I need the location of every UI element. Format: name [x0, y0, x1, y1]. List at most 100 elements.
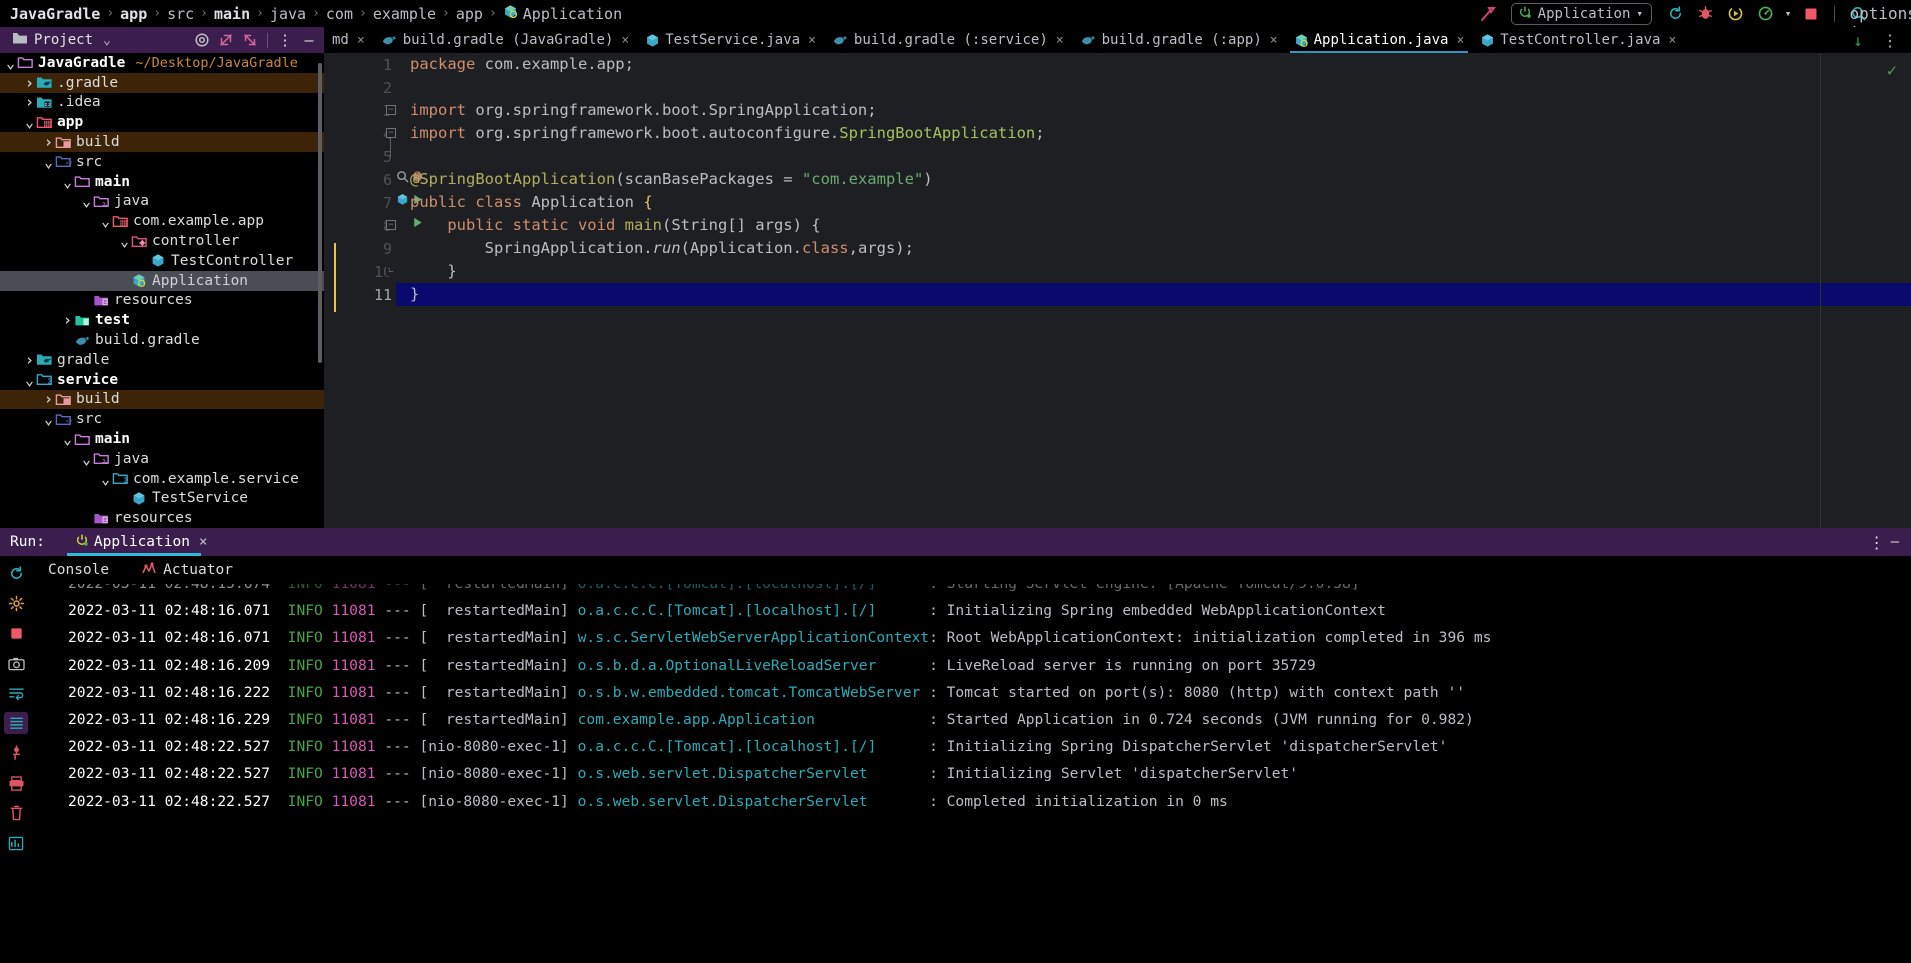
code-line-7[interactable]: public class Application { [396, 191, 1911, 214]
code-line-11[interactable]: } [396, 283, 1911, 306]
code-line-1[interactable]: package com.example.app; [396, 53, 1911, 76]
editor-tab-testservice-java[interactable]: TestService.java× [637, 27, 824, 53]
tree-item-build-gradle[interactable]: build.gradle [0, 330, 324, 350]
editor-tab-application-java[interactable]: Application.java× [1286, 27, 1473, 53]
chevron-down-icon[interactable]: ⌄ [99, 476, 112, 482]
locate-icon[interactable] [191, 30, 213, 50]
project-tree-scrollbar[interactable] [318, 63, 322, 363]
tree-item-controller[interactable]: ⌄controller [0, 231, 324, 251]
options-icon[interactable]: ⋮ [274, 30, 296, 50]
chevron-down-icon[interactable]: ⌄ [118, 238, 131, 244]
breadcrumb-item-application[interactable]: Application [523, 5, 622, 23]
chevron-right-icon[interactable]: › [42, 390, 55, 408]
expand-all-icon[interactable] [215, 30, 237, 50]
editor-tab-options-icon[interactable]: ⋮ [1875, 29, 1905, 51]
rerun-icon[interactable] [4, 562, 28, 584]
editor-tab-testcontroller-java[interactable]: TestController.java× [1472, 27, 1684, 53]
chevron-down-icon[interactable]: ⌄ [99, 218, 112, 224]
collapse-all-icon[interactable] [239, 30, 261, 50]
chevron-down-icon[interactable]: ⌄ [23, 377, 36, 383]
settings-icon[interactable] [4, 592, 28, 614]
tree-item-build[interactable]: ›build [0, 132, 324, 152]
tree-item-main[interactable]: ⌄main [0, 172, 324, 192]
chevron-down-icon[interactable]: ⌄ [4, 60, 17, 66]
wrap-text-icon[interactable] [4, 682, 28, 704]
scroll-to-end-icon[interactable] [4, 712, 28, 734]
tree-item-src[interactable]: ⌄</>src [0, 409, 324, 429]
project-tree[interactable]: ⌄JavaGradle~/Desktop/JavaGradle›.gradle›… [0, 53, 324, 528]
fold-method-end-icon[interactable]: ∟ [386, 266, 396, 276]
code-line-10[interactable]: } [396, 260, 1911, 283]
chevron-down-icon[interactable]: ⌄ [80, 198, 93, 204]
chevron-down-icon[interactable]: ⌄ [42, 416, 55, 422]
close-icon[interactable]: × [1456, 33, 1464, 48]
editor-tab-build-gradle-javagradle-[interactable]: build.gradle (JavaGradle)× [373, 27, 638, 53]
stop-icon[interactable] [4, 622, 28, 644]
tree-item-testcontroller[interactable]: TestController [0, 251, 324, 271]
trash-icon[interactable] [4, 802, 28, 824]
close-icon[interactable]: × [1056, 33, 1064, 48]
more-options-icon[interactable]: more-options-icon [1873, 3, 1903, 25]
tree-item-src[interactable]: ⌄</>src [0, 152, 324, 172]
camera-icon[interactable] [4, 652, 28, 674]
code-line-3[interactable]: import org.springframework.boot.SpringAp… [396, 99, 1911, 122]
chevron-right-icon[interactable]: › [23, 351, 36, 369]
close-icon[interactable]: × [199, 534, 207, 550]
code-content[interactable]: package com.example.app; import org.spri… [396, 53, 1911, 528]
code-line-6[interactable]: @SpringBootApplication(scanBasePackages … [396, 168, 1911, 191]
run-tab-application[interactable]: Application × [67, 528, 215, 556]
run-configuration-selector[interactable]: Application ▾ [1511, 3, 1652, 25]
chevron-right-icon[interactable]: › [42, 133, 55, 151]
fold-method-icon[interactable]: − [386, 220, 396, 230]
fold-collapse-icon[interactable]: − [386, 105, 396, 115]
tab-actuator[interactable]: Actuator [125, 556, 249, 584]
tree-item-gradle[interactable]: ›gradle [0, 350, 324, 370]
profiler-icon[interactable] [1750, 3, 1780, 25]
run-coverage-icon[interactable] [1720, 3, 1750, 25]
chart-icon[interactable] [4, 832, 28, 854]
chevron-right-icon[interactable]: › [23, 74, 36, 92]
breadcrumb-item-javagradle[interactable]: JavaGradle [10, 5, 100, 23]
tree-item-resources[interactable]: resources [0, 508, 324, 528]
profiler-dropdown-caret-icon[interactable]: ▾ [1780, 3, 1796, 25]
tree-item-app[interactable]: ⌄app [0, 112, 324, 132]
editor-tab-build-gradle-service-[interactable]: build.gradle (:service)× [824, 27, 1072, 53]
tree-item-main[interactable]: ⌄main [0, 429, 324, 449]
run-minimize-icon[interactable]: — [1891, 534, 1899, 550]
editor-tab-build-gradle-app-[interactable]: build.gradle (:app)× [1072, 27, 1286, 53]
rerun-icon[interactable] [1660, 3, 1690, 25]
chevron-down-icon[interactable]: ⌄ [103, 33, 111, 48]
breadcrumb[interactable]: JavaGradle›app›src›main›java›com›example… [10, 4, 622, 23]
chevron-down-icon[interactable]: ⌄ [42, 159, 55, 165]
code-editor[interactable]: 1234567891011 − − − ∟ package com.exampl… [324, 53, 1911, 528]
console-output[interactable]: 2022-03-11 02:48:15.674 INFO 11081 --- [… [32, 584, 1911, 963]
breadcrumb-item-app[interactable]: app [120, 5, 147, 23]
breadcrumb-item-main[interactable]: main [214, 5, 250, 23]
tree-item-com-example-service[interactable]: ⌄Σcom.example.service [0, 469, 324, 489]
tree-item--gradle[interactable]: ›.gradle [0, 73, 324, 93]
chevron-down-icon[interactable]: ⌄ [61, 436, 74, 442]
project-tool-window-title[interactable]: Project ⌄ [12, 31, 111, 49]
code-line-4[interactable]: import org.springframework.boot.autoconf… [396, 122, 1911, 145]
hide-tool-window-icon[interactable]: — [298, 30, 320, 50]
fold-collapse-end-icon[interactable]: − [386, 128, 396, 138]
tab-console[interactable]: Console [32, 556, 125, 584]
code-line-2[interactable] [396, 76, 1911, 99]
close-icon[interactable]: × [1270, 33, 1278, 48]
tree-item-java[interactable]: ⌄java [0, 449, 324, 469]
chevron-down-icon[interactable]: ⌄ [80, 456, 93, 462]
print-icon[interactable] [4, 772, 28, 794]
code-line-9[interactable]: SpringApplication.run(Application.class,… [396, 237, 1911, 260]
breadcrumb-item-src[interactable]: src [167, 5, 194, 23]
show-hidden-tabs-icon[interactable]: ↓ [1843, 29, 1873, 51]
tree-item-testservice[interactable]: TestService [0, 489, 324, 509]
stop-icon[interactable] [1796, 3, 1826, 25]
tree-item-application[interactable]: Application [0, 271, 324, 291]
close-icon[interactable]: × [1668, 33, 1676, 48]
breadcrumb-item-example[interactable]: example [373, 5, 436, 23]
tree-item-javagradle[interactable]: ⌄JavaGradle~/Desktop/JavaGradle [0, 53, 324, 73]
breadcrumb-item-java[interactable]: java [270, 5, 306, 23]
code-line-8[interactable]: public static void main(String[] args) { [396, 214, 1911, 237]
hammer-icon[interactable] [1473, 3, 1503, 25]
close-icon[interactable]: × [621, 33, 629, 48]
